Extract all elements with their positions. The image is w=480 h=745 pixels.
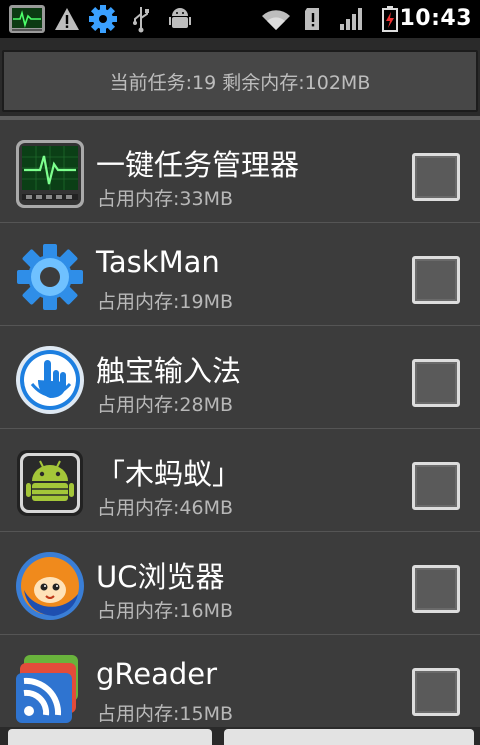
- app-memory: 占用内存:16MB: [97, 600, 234, 622]
- app-name: gReader: [96, 657, 218, 691]
- list-item[interactable]: 「木蚂蚁」 占用内存:46MB: [0, 429, 480, 532]
- list-item[interactable]: 触宝输入法 占用内存:28MB: [0, 326, 480, 429]
- battery-charging-icon: [382, 6, 398, 32]
- taskmanager-app-icon[interactable]: [8, 4, 46, 34]
- right-action-button[interactable]: [224, 729, 474, 745]
- sd-card-icon: [305, 8, 319, 30]
- summary-box: 当前任务:19 剩余内存:102MB: [2, 50, 478, 112]
- select-checkbox[interactable]: [412, 153, 460, 201]
- summary-bar: 当前任务:19 剩余内存:102MB: [0, 38, 480, 120]
- status-bar: 10:43: [0, 0, 480, 38]
- app-memory: 占用内存:19MB: [97, 291, 234, 313]
- select-checkbox[interactable]: [412, 565, 460, 613]
- warning-icon: [55, 8, 79, 30]
- summary-text: 当前任务:19 剩余内存:102MB: [109, 71, 371, 94]
- app-memory: 占用内存:46MB: [97, 497, 234, 519]
- uc-squirrel-icon: [16, 552, 84, 620]
- app-name: 一键任务管理器: [96, 148, 300, 182]
- signal-bars-icon: [340, 8, 362, 30]
- wifi-icon: [262, 10, 290, 30]
- left-action-button[interactable]: [8, 729, 212, 745]
- list-item[interactable]: gReader 占用内存:15MB: [0, 635, 480, 738]
- android-debug-icon: [169, 8, 191, 28]
- usb-icon: [133, 7, 149, 33]
- clock: 10:43: [399, 6, 472, 31]
- list-item[interactable]: TaskMan 占用内存:19MB: [0, 223, 480, 326]
- app-name: TaskMan: [96, 245, 220, 279]
- select-checkbox[interactable]: [412, 462, 460, 510]
- heart-monitor-icon: [16, 140, 84, 208]
- list-item[interactable]: UC浏览器 占用内存:16MB: [0, 532, 480, 635]
- app-memory: 占用内存:28MB: [97, 394, 234, 416]
- list-item[interactable]: 一键任务管理器 占用内存:33MB: [0, 120, 480, 223]
- task-list: 一键任务管理器 占用内存:33MB TaskMan 占用内存:19MB 触宝输入…: [0, 120, 480, 738]
- app-name: UC浏览器: [96, 560, 225, 594]
- bottom-button-bar: [0, 727, 480, 745]
- touchpal-hand-icon: [16, 346, 84, 414]
- app-name: 「木蚂蚁」: [96, 457, 242, 491]
- app-memory: 占用内存:33MB: [97, 188, 234, 210]
- app-memory: 占用内存:15MB: [97, 703, 234, 725]
- select-checkbox[interactable]: [412, 668, 460, 716]
- app-name: 触宝输入法: [96, 354, 242, 388]
- rss-reader-icon: [16, 655, 78, 723]
- blue-gear-icon: [17, 244, 83, 310]
- android-robot-icon: [17, 450, 83, 516]
- select-checkbox[interactable]: [412, 359, 460, 407]
- select-checkbox[interactable]: [412, 256, 460, 304]
- settings-gear-icon: [89, 5, 117, 33]
